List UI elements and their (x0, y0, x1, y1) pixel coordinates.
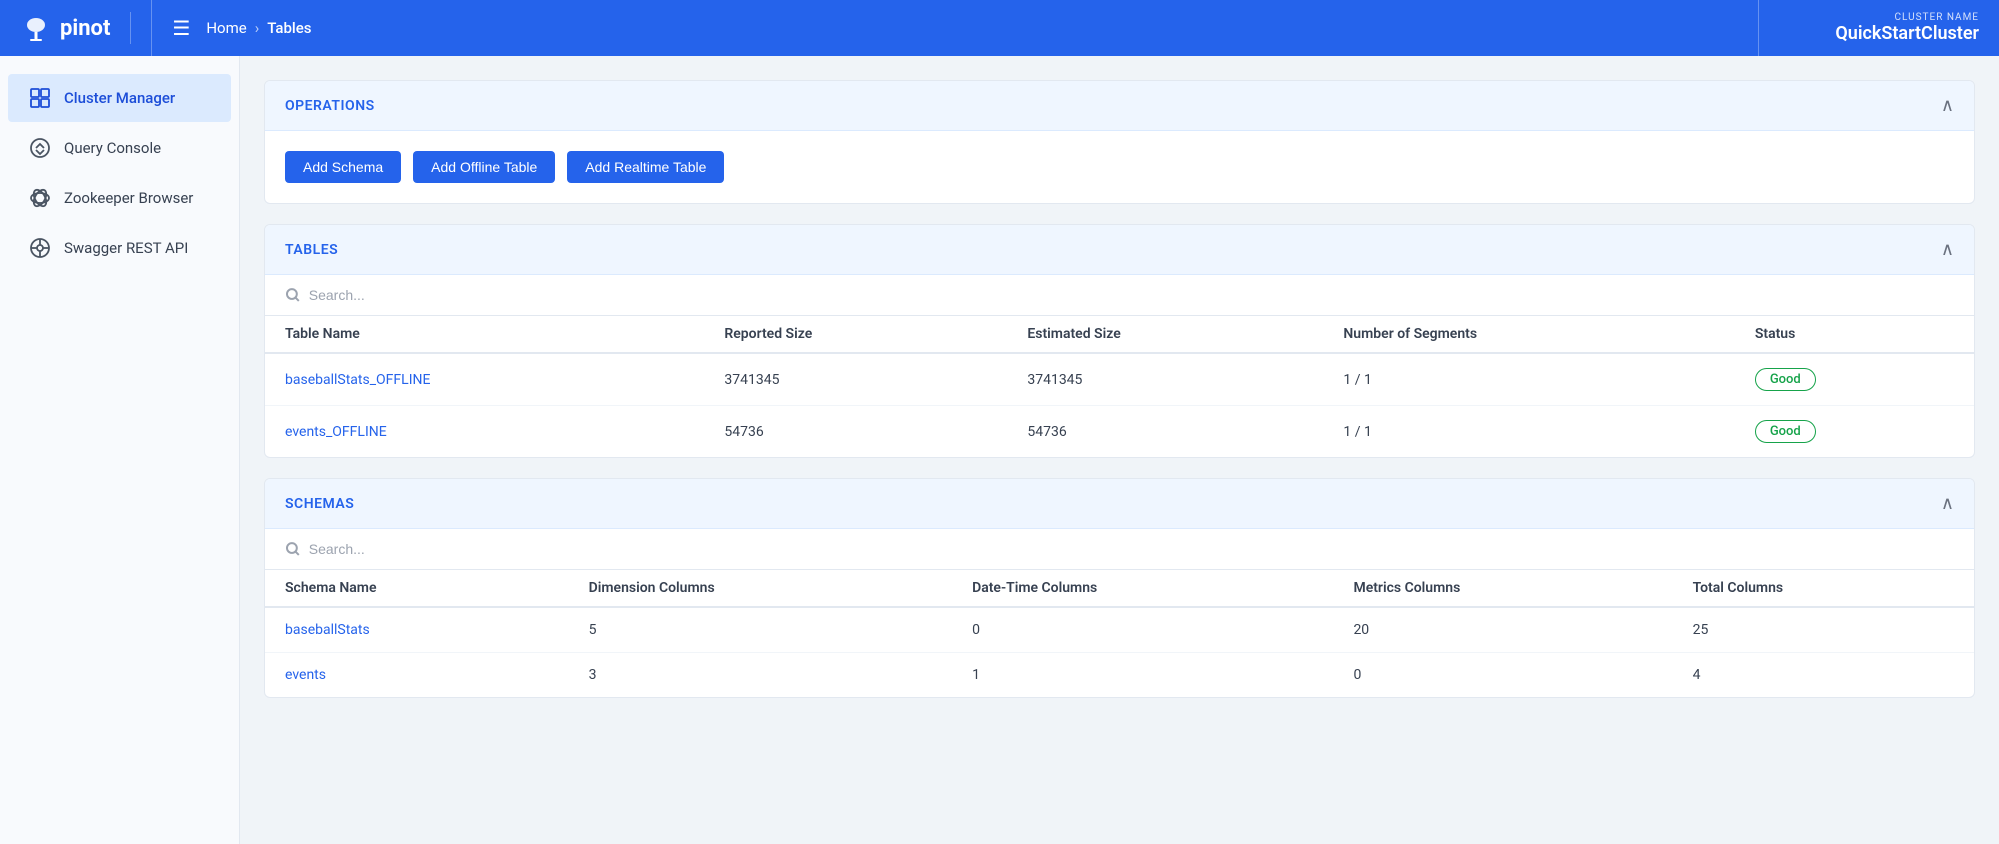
table-cell-estimated-size: 54736 (1007, 406, 1323, 458)
col-datetime-columns: Date-Time Columns (952, 570, 1333, 607)
sidebar-label-swagger-rest-api: Swagger REST API (64, 239, 188, 257)
table-cell-reported-size: 54736 (704, 406, 1007, 458)
col-status: Status (1735, 316, 1974, 353)
status-badge: Good (1755, 420, 1816, 443)
operations-toggle[interactable]: ∧ (1941, 95, 1954, 116)
logo: pinot (20, 12, 131, 44)
schemas-table: Schema Name Dimension Columns Date-Time … (265, 570, 1974, 697)
breadcrumb: Home › Tables (206, 19, 311, 37)
schema-row: baseballStats 5 0 20 25 (265, 607, 1974, 653)
schema-cell-datetime: 0 (952, 607, 1333, 653)
tables-toggle[interactable]: ∧ (1941, 239, 1954, 260)
schemas-search-container (265, 529, 1974, 570)
schemas-search-icon (285, 541, 301, 557)
operations-body: Add Schema Add Offline Table Add Realtim… (265, 131, 1974, 203)
tables-title: TABLES (285, 242, 338, 258)
table-cell-name: baseballStats_OFFLINE (265, 353, 704, 406)
swagger-rest-api-icon (28, 236, 52, 260)
tables-header: TABLES ∧ (265, 225, 1974, 275)
add-realtime-table-button[interactable]: Add Realtime Table (567, 151, 724, 183)
tables-search-wrap (285, 287, 1954, 303)
add-offline-table-button[interactable]: Add Offline Table (413, 151, 555, 183)
query-console-icon (28, 136, 52, 160)
schema-cell-datetime: 1 (952, 653, 1333, 698)
table-cell-estimated-size: 3741345 (1007, 353, 1323, 406)
schema-cell-name: events (265, 653, 569, 698)
cluster-info: CLUSTER NAME QuickStartCluster (1835, 12, 1979, 44)
cluster-label: CLUSTER NAME (1835, 12, 1979, 23)
table-cell-status: Good (1735, 353, 1974, 406)
col-table-name: Table Name (265, 316, 704, 353)
schema-cell-dimension: 5 (569, 607, 952, 653)
logo-text: pinot (60, 16, 110, 41)
menu-icon[interactable]: ☰ (172, 16, 190, 40)
sidebar-item-zookeeper-browser[interactable]: Zookeeper Browser (8, 174, 231, 222)
operations-title: OPERATIONS (285, 98, 375, 114)
col-total-columns: Total Columns (1673, 570, 1974, 607)
col-schema-name: Schema Name (265, 570, 569, 607)
operations-buttons: Add Schema Add Offline Table Add Realtim… (285, 151, 1954, 183)
cluster-manager-icon (28, 86, 52, 110)
schema-cell-metrics: 20 (1333, 607, 1672, 653)
table-cell-segments: 1 / 1 (1323, 353, 1734, 406)
main-content: OPERATIONS ∧ Add Schema Add Offline Tabl… (240, 56, 1999, 844)
col-dimension-columns: Dimension Columns (569, 570, 952, 607)
col-metrics-columns: Metrics Columns (1333, 570, 1672, 607)
schema-row: events 3 1 0 4 (265, 653, 1974, 698)
table-name-link[interactable]: baseballStats_OFFLINE (285, 372, 430, 388)
col-estimated-size: Estimated Size (1007, 316, 1323, 353)
top-nav: pinot ☰ Home › Tables CLUSTER NAME Quick… (0, 0, 1999, 56)
schema-name-link[interactable]: events (285, 667, 326, 683)
schemas-header-row: Schema Name Dimension Columns Date-Time … (265, 570, 1974, 607)
schemas-search-input[interactable] (309, 541, 1954, 557)
schemas-header: SCHEMAS ∧ (265, 479, 1974, 529)
table-row: baseballStats_OFFLINE 3741345 3741345 1 … (265, 353, 1974, 406)
add-schema-button[interactable]: Add Schema (285, 151, 401, 183)
breadcrumb-separator: › (255, 19, 260, 37)
sidebar-item-cluster-manager[interactable]: Cluster Manager (8, 74, 231, 122)
schemas-title: SCHEMAS (285, 496, 354, 512)
breadcrumb-current: Tables (267, 19, 311, 37)
schema-cell-total: 4 (1673, 653, 1974, 698)
table-cell-status: Good (1735, 406, 1974, 458)
table-name-link[interactable]: events_OFFLINE (285, 424, 387, 440)
table-cell-reported-size: 3741345 (704, 353, 1007, 406)
cluster-name: QuickStartCluster (1835, 23, 1979, 44)
schema-name-link[interactable]: baseballStats (285, 622, 370, 638)
table-cell-segments: 1 / 1 (1323, 406, 1734, 458)
table-cell-name: events_OFFLINE (265, 406, 704, 458)
schemas-search-wrap (285, 541, 1954, 557)
tables-table: Table Name Reported Size Estimated Size … (265, 316, 1974, 457)
schema-cell-total: 25 (1673, 607, 1974, 653)
operations-header: OPERATIONS ∧ (265, 81, 1974, 131)
sidebar-label-zookeeper-browser: Zookeeper Browser (64, 189, 193, 207)
breadcrumb-home[interactable]: Home (206, 19, 246, 37)
sidebar-label-query-console: Query Console (64, 139, 161, 157)
schema-cell-name: baseballStats (265, 607, 569, 653)
zookeeper-browser-icon (28, 186, 52, 210)
tables-search-icon (285, 287, 301, 303)
operations-section: OPERATIONS ∧ Add Schema Add Offline Tabl… (264, 80, 1975, 204)
col-reported-size: Reported Size (704, 316, 1007, 353)
col-segments: Number of Segments (1323, 316, 1734, 353)
schema-cell-dimension: 3 (569, 653, 952, 698)
sidebar-label-cluster-manager: Cluster Manager (64, 89, 175, 107)
sidebar: Cluster Manager Query Console Zookeepe (0, 56, 240, 844)
sidebar-item-query-console[interactable]: Query Console (8, 124, 231, 172)
tables-search-input[interactable] (309, 287, 1954, 303)
tables-header-row: Table Name Reported Size Estimated Size … (265, 316, 1974, 353)
sidebar-item-swagger-rest-api[interactable]: Swagger REST API (8, 224, 231, 272)
tables-search-container (265, 275, 1974, 316)
schema-cell-metrics: 0 (1333, 653, 1672, 698)
status-badge: Good (1755, 368, 1816, 391)
pinot-logo-icon (20, 12, 52, 44)
table-row: events_OFFLINE 54736 54736 1 / 1 Good (265, 406, 1974, 458)
schemas-toggle[interactable]: ∧ (1941, 493, 1954, 514)
schemas-section: SCHEMAS ∧ Schema Name Dimension Columns (264, 478, 1975, 698)
tables-section: TABLES ∧ Table Name Reported Size (264, 224, 1975, 458)
